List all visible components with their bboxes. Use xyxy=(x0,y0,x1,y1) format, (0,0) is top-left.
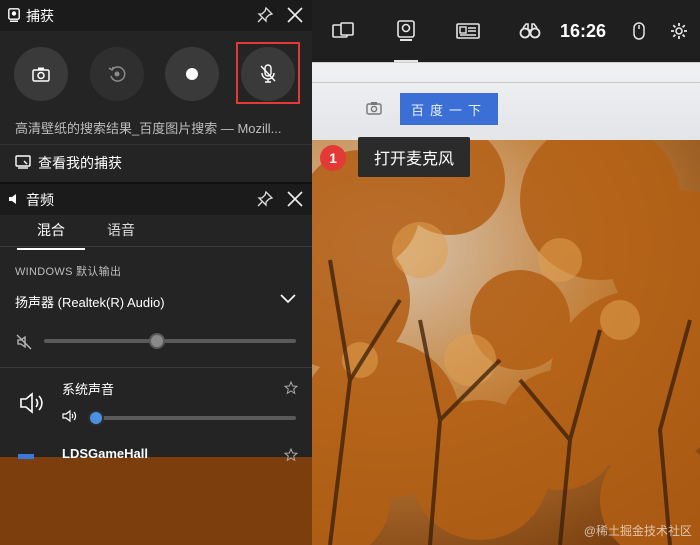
view-my-captures-label: 查看我的捕获 xyxy=(38,154,122,171)
settings-icon[interactable] xyxy=(664,0,694,62)
app-name-system-sounds: 系统声音 xyxy=(62,382,115,397)
camera-search-icon[interactable] xyxy=(360,96,388,120)
section-divider xyxy=(0,367,312,368)
start-recording-button[interactable] xyxy=(165,47,219,101)
close-icon[interactable] xyxy=(286,190,304,208)
system-sounds-volume-thumb[interactable] xyxy=(88,410,105,426)
star-icon[interactable] xyxy=(284,381,298,395)
screenshot-button[interactable] xyxy=(14,47,68,101)
audio-widget: 音频 混合 语音 WINDOWS 默认输出 扬声器 (Realtek(R) Au… xyxy=(0,182,312,462)
audio-header: 音频 xyxy=(0,184,312,215)
view-my-captures-link[interactable]: 查看我的捕获 xyxy=(0,144,312,180)
annotation-step-number: 1 xyxy=(320,145,346,171)
star-icon[interactable] xyxy=(284,448,298,462)
browser-divider xyxy=(312,82,700,83)
close-icon[interactable] xyxy=(286,6,304,24)
annotation-label: 打开麦克风 xyxy=(358,137,470,177)
system-sound-icon xyxy=(20,392,43,414)
master-volume-thumb[interactable] xyxy=(149,333,166,349)
tab-voice[interactable]: 语音 xyxy=(107,220,135,244)
record-dot-icon xyxy=(186,68,198,80)
performance-icon[interactable] xyxy=(446,0,490,62)
watermark: @稀土掘金技术社区 xyxy=(583,524,692,538)
tabs-divider xyxy=(0,246,312,247)
record-last-icon xyxy=(108,66,126,82)
speaker-icon xyxy=(9,194,16,204)
mouse-icon[interactable] xyxy=(626,0,652,62)
camera-icon xyxy=(32,67,50,82)
record-last-30s-button[interactable] xyxy=(90,47,144,101)
capture-target-title: 高清壁纸的搜索结果_百度图片搜索 — Mozill... xyxy=(15,121,282,136)
capture-title: 捕获 xyxy=(26,7,54,24)
capture-widget-icon[interactable] xyxy=(380,0,432,62)
app-icon-ldsgamehall xyxy=(18,454,34,459)
pin-icon[interactable] xyxy=(256,6,274,24)
capture-header: 捕获 xyxy=(0,0,312,31)
widget-menu-icon[interactable] xyxy=(322,0,364,62)
microphone-highlight-box xyxy=(236,42,300,104)
capture-widget: 捕获 高清壁纸的搜索结果_百度图片搜索 — Mozill... 查看我的捕获 xyxy=(0,0,312,182)
speaker-small-icon[interactable] xyxy=(62,409,78,423)
output-device-select[interactable]: 扬声器 (Realtek(R) Audio) xyxy=(15,292,165,311)
chevron-down-icon[interactable] xyxy=(280,294,296,304)
app-name-ldsgamehall: LDSGameHall xyxy=(62,446,148,461)
looking-for-group-icon[interactable] xyxy=(508,0,552,62)
default-output-label: WINDOWS 默认输出 xyxy=(15,266,122,278)
speaker-muted-icon[interactable] xyxy=(15,333,33,351)
gallery-icon xyxy=(15,155,31,169)
system-sounds-volume-slider[interactable] xyxy=(92,416,296,420)
audio-title: 音频 xyxy=(26,191,54,208)
tab-mix[interactable]: 混合 xyxy=(17,220,85,250)
baidu-search-button[interactable]: 百度一下 xyxy=(400,93,498,125)
pin-icon[interactable] xyxy=(256,190,274,208)
clock-time: 16:26 xyxy=(560,20,607,41)
master-volume-slider[interactable] xyxy=(44,339,296,343)
capture-widget-icon xyxy=(8,8,20,22)
